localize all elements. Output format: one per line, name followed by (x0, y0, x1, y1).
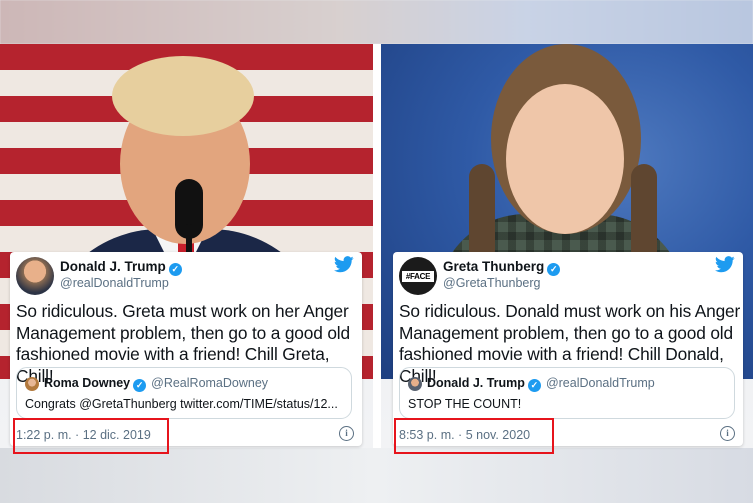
avatar[interactable] (16, 257, 54, 295)
verified-check-icon: ✓ (527, 379, 541, 392)
verified-check-icon: ✓ (168, 263, 182, 276)
tweet-card-greta[interactable]: #FACE Greta Thunberg ✓ @GretaThunberg So … (393, 252, 743, 446)
quote-author-name[interactable]: Roma Downey (44, 376, 130, 390)
author-name[interactable]: Donald J. Trump ✓ (60, 259, 182, 276)
quote-handle[interactable]: @RealRomaDowney (151, 376, 268, 390)
braid-right-shape (631, 164, 657, 264)
quote-avatar[interactable] (408, 377, 422, 391)
top-blur-band (0, 0, 753, 44)
quote-text: STOP THE COUNT! (408, 397, 522, 411)
twitter-bird-icon[interactable] (334, 256, 354, 273)
quote-author[interactable]: Roma Downey ✓ @RealRomaDowney (44, 376, 268, 392)
quote-text: Congrats @GretaThunberg twitter.com/TIME… (25, 397, 338, 411)
avatar-label: #FACE (402, 271, 434, 282)
hair-shape (112, 56, 254, 136)
face-shape (506, 84, 624, 234)
quote-handle[interactable]: @realDonaldTrump (546, 376, 655, 390)
divider (373, 44, 381, 448)
quote-author[interactable]: Donald J. Trump ✓ @realDonaldTrump (427, 376, 655, 392)
quoted-tweet[interactable]: Roma Downey ✓ @RealRomaDowney Congrats @Gr… (16, 367, 352, 419)
info-icon[interactable]: i (339, 426, 354, 441)
verified-check-icon: ✓ (133, 379, 147, 392)
bottom-blur-band (0, 448, 753, 503)
tweet-card-trump[interactable]: Donald J. Trump ✓ @realDonaldTrump So rid… (10, 252, 362, 446)
quote-avatar[interactable] (25, 377, 39, 391)
quote-author-name[interactable]: Donald J. Trump (427, 376, 525, 390)
quoted-tweet[interactable]: Donald J. Trump ✓ @realDonaldTrump STOP TH… (399, 367, 735, 419)
info-icon[interactable]: i (720, 426, 735, 441)
author-name[interactable]: Greta Thunberg ✓ (443, 259, 561, 276)
author-handle[interactable]: @realDonaldTrump (60, 276, 169, 290)
author-handle[interactable]: @GretaThunberg (443, 276, 540, 290)
timestamp-highlight-box (394, 418, 554, 454)
twitter-bird-icon[interactable] (715, 256, 735, 273)
author-name-text[interactable]: Greta Thunberg (443, 259, 544, 274)
author-name-text[interactable]: Donald J. Trump (60, 259, 166, 274)
verified-check-icon: ✓ (547, 263, 561, 276)
avatar[interactable]: #FACE (399, 257, 437, 295)
braid-left-shape (469, 164, 495, 264)
timestamp-highlight-box (13, 418, 169, 454)
